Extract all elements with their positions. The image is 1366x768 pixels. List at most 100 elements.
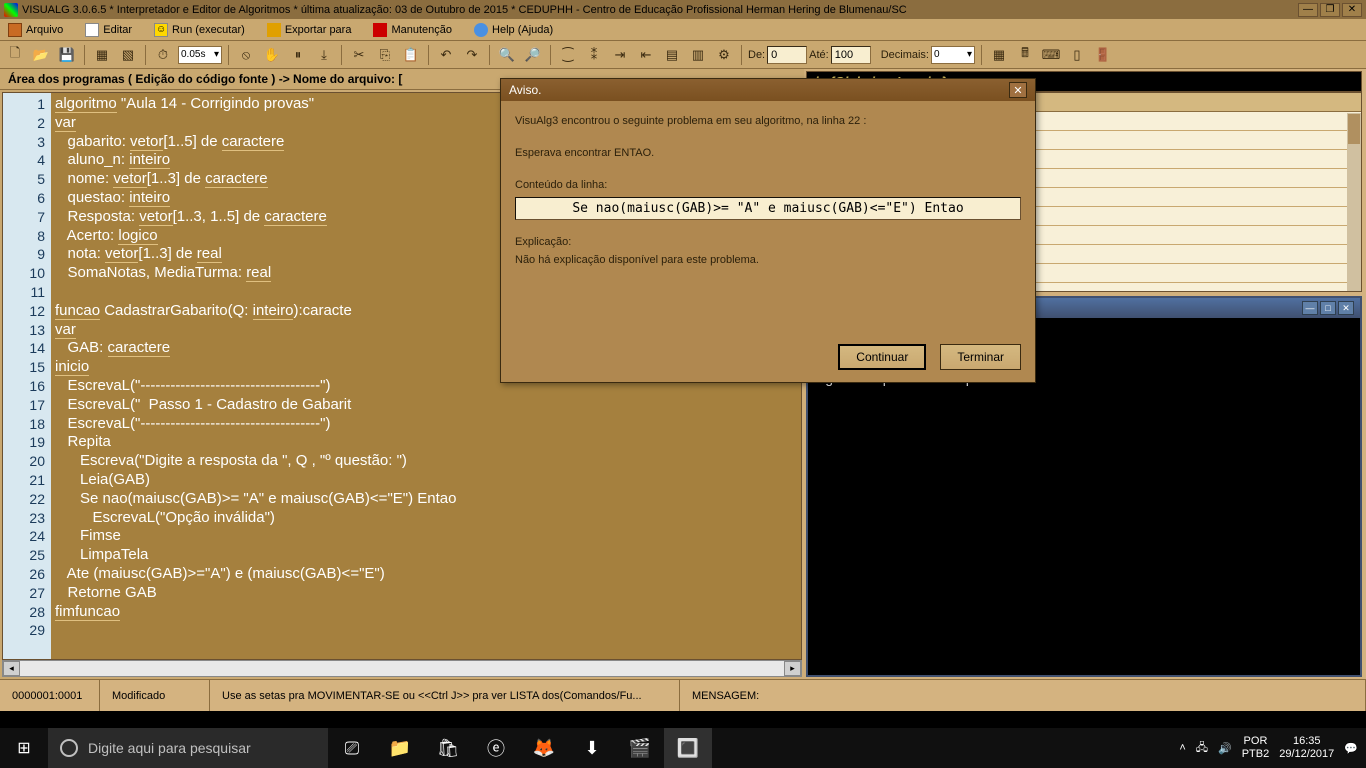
status-bar: 0000001:0001 Modificado Use as setas pra…	[0, 679, 1366, 711]
tb-find[interactable]: 🔍	[496, 44, 518, 66]
taskview-button[interactable]: ⎚	[328, 728, 376, 768]
dialog-msg-expected: Esperava encontrar ENTAO.	[515, 147, 1021, 159]
menu-editar[interactable]: Editar	[81, 21, 136, 39]
dialog-label-conteudo: Conteúdo da linha:	[515, 179, 1021, 191]
tb-de-input[interactable]	[767, 46, 807, 64]
console-close[interactable]: ✕	[1338, 301, 1354, 315]
export-icon	[267, 23, 281, 37]
tb-exit[interactable]: 🚪	[1092, 44, 1114, 66]
close-button[interactable]: ✕	[1342, 3, 1362, 17]
tb-findnext[interactable]: 🔎	[522, 44, 544, 66]
tb-timer-icon[interactable]: ⏱	[152, 44, 174, 66]
taskbar-mpc[interactable]: 🎬	[616, 728, 664, 768]
window-title: VISUALG 3.0.6.5 * Interpretador e Editor…	[22, 4, 1298, 16]
dialog-explicacao-text: Não há explicação disponível para este p…	[515, 254, 1021, 266]
cortana-icon	[60, 739, 78, 757]
dialog-close-button[interactable]: ✕	[1009, 82, 1027, 98]
menu-help[interactable]: Help (Ajuda)	[470, 21, 557, 39]
tb-pause[interactable]: ⏸	[287, 44, 309, 66]
tb-doc1[interactable]: ▦	[91, 44, 113, 66]
tray-volume-icon[interactable]: 🔊	[1218, 742, 1232, 755]
editor-hscrollbar[interactable]: ◂ ▸	[2, 660, 802, 677]
tb-ate-label: Até:	[809, 49, 829, 61]
scroll-track[interactable]	[20, 661, 784, 676]
menu-arquivo[interactable]: Arquivo	[4, 21, 67, 39]
continuar-button[interactable]: Continuar	[838, 344, 926, 370]
tb-indent[interactable]: ⇥	[609, 44, 631, 66]
tray-notifications-icon[interactable]: 💬	[1344, 742, 1358, 755]
taskbar-visualg[interactable]: 🔳	[664, 728, 712, 768]
run-icon	[154, 23, 168, 37]
tb-doc2[interactable]: ▧	[117, 44, 139, 66]
status-message: MENSAGEM:	[680, 680, 1366, 711]
search-placeholder: Digite aqui para pesquisar	[88, 740, 251, 756]
tb-open[interactable]: 📂	[30, 44, 52, 66]
taskbar-explorer[interactable]: 📁	[376, 728, 424, 768]
menu-manutencao-label: Manutenção	[391, 24, 452, 36]
scroll-right-button[interactable]: ▸	[784, 661, 801, 676]
window-titlebar: VISUALG 3.0.6.5 * Interpretador e Editor…	[0, 0, 1366, 19]
tray-chevron-icon[interactable]: ˄	[1179, 742, 1185, 754]
menu-arquivo-label: Arquivo	[26, 24, 63, 36]
scroll-left-button[interactable]: ◂	[3, 661, 20, 676]
tb-paste[interactable]: 📋	[400, 44, 422, 66]
tb-redo[interactable]: ↷	[461, 44, 483, 66]
menu-editar-label: Editar	[103, 24, 132, 36]
taskbar-edge[interactable]: ⓔ	[472, 728, 520, 768]
tb-misc2[interactable]: ⁑	[583, 44, 605, 66]
status-cursor-pos: 0000001:0001	[0, 680, 100, 711]
variables-scrollbar[interactable]	[1347, 113, 1361, 291]
taskbar-store[interactable]: 🛍	[424, 728, 472, 768]
dialog-label-explicacao: Explicação:	[515, 236, 1021, 248]
menu-run[interactable]: Run (executar)	[150, 21, 249, 39]
start-button[interactable]: ⊞	[0, 728, 48, 768]
tb-new[interactable]: 🗋	[4, 44, 26, 66]
toolbar: 🗋 📂 💾 ▦ ▧ ⏱ 0.05s▾ ⦸ ✋ ⏸ ⤓ ✂ ⎘ 📋 ↶ ↷ 🔍 🔎…	[0, 41, 1366, 69]
status-modified: Modificado	[100, 680, 210, 711]
menu-run-label: Run (executar)	[172, 24, 245, 36]
folder-icon	[8, 23, 22, 37]
menu-exportar[interactable]: Exportar para	[263, 21, 356, 39]
tb-misc1[interactable]: ⁐	[557, 44, 579, 66]
tb-dec-combo[interactable]: 0▾	[931, 46, 975, 64]
tb-dec-label: Decimais:	[881, 49, 929, 61]
help-icon	[474, 23, 488, 37]
taskbar-firefox[interactable]: 🦊	[520, 728, 568, 768]
tb-speed-combo[interactable]: 0.05s▾	[178, 46, 222, 64]
taskbar-utorrent[interactable]: ⬇	[568, 728, 616, 768]
edit-icon	[85, 23, 99, 37]
terminar-button[interactable]: Terminar	[940, 344, 1021, 370]
console-maximize[interactable]: □	[1320, 301, 1336, 315]
tb-extra1[interactable]: ▦	[988, 44, 1010, 66]
status-hint: Use as setas pra MOVIMENTAR-SE ou <<Ctrl…	[210, 680, 680, 711]
tb-hand[interactable]: ✋	[261, 44, 283, 66]
tray-network-icon[interactable]: 🖧	[1196, 739, 1208, 758]
tb-outdent[interactable]: ⇤	[635, 44, 657, 66]
menu-exportar-label: Exportar para	[285, 24, 352, 36]
dialog-titlebar[interactable]: Aviso. ✕	[501, 79, 1035, 101]
tb-step[interactable]: ⤓	[313, 44, 335, 66]
dialog-title-text: Aviso.	[509, 83, 541, 97]
tb-extra2[interactable]: 🖩	[1014, 44, 1036, 66]
tray-clock[interactable]: 16:35 29/12/2017	[1279, 735, 1334, 761]
tb-undo[interactable]: ↶	[435, 44, 457, 66]
tb-extra4[interactable]: ▯	[1066, 44, 1088, 66]
taskbar-search[interactable]: Digite aqui para pesquisar	[48, 728, 328, 768]
menu-manutencao[interactable]: Manutenção	[369, 21, 456, 39]
tb-extra3[interactable]: ⌨	[1040, 44, 1062, 66]
tb-save[interactable]: 💾	[56, 44, 78, 66]
tb-copy[interactable]: ⎘	[374, 44, 396, 66]
restore-button[interactable]: ❐	[1320, 3, 1340, 17]
line-gutter: 1234567891011121314151617181920212223242…	[3, 93, 51, 659]
tb-misc4[interactable]: ▥	[687, 44, 709, 66]
tb-misc5[interactable]: ⚙	[713, 44, 735, 66]
tb-cut[interactable]: ✂	[348, 44, 370, 66]
console-minimize[interactable]: —	[1302, 301, 1318, 315]
minimize-button[interactable]: —	[1298, 3, 1318, 17]
dialog-msg-problem: VisuAlg3 encontrou o seguinte problema e…	[515, 115, 1021, 127]
tray-language[interactable]: POR PTB2	[1242, 735, 1270, 761]
tb-ate-input[interactable]	[831, 46, 871, 64]
tb-stop[interactable]: ⦸	[235, 44, 257, 66]
dialog-codeline: Se nao(maiusc(GAB)>= "A" e maiusc(GAB)<=…	[515, 197, 1021, 220]
tb-misc3[interactable]: ▤	[661, 44, 683, 66]
